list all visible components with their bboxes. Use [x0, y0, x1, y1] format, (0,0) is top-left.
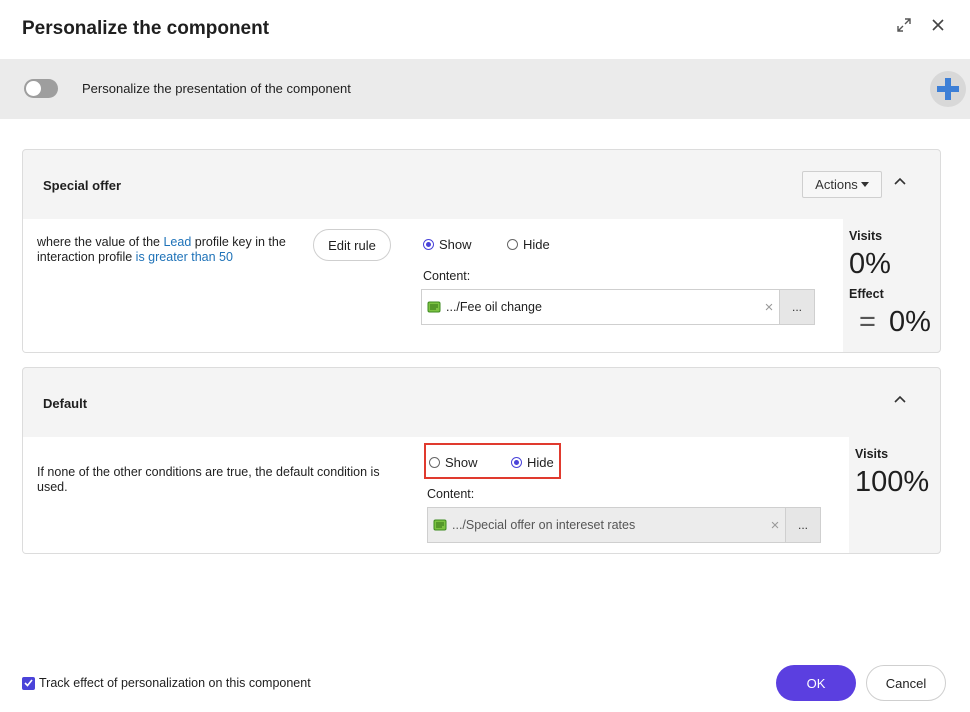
clear-icon[interactable]: × [765, 517, 785, 534]
condition-link[interactable]: is greater than 50 [136, 250, 233, 264]
effect-equal-icon: = [859, 306, 876, 338]
chevron-up-icon[interactable] [892, 391, 908, 407]
content-value: .../Fee oil change [446, 300, 542, 314]
show-radio[interactable]: Show [423, 237, 472, 252]
effect-value: 0% [889, 306, 931, 338]
personalize-toolbar: Personalize the presentation of the comp… [0, 59, 970, 119]
content-label: Content: [423, 269, 471, 283]
visits-value: 100% [855, 466, 930, 498]
ok-button[interactable]: OK [776, 665, 856, 701]
dialog-title: Personalize the component [22, 18, 270, 39]
add-condition-button[interactable] [930, 71, 966, 107]
chevron-up-icon[interactable] [892, 173, 908, 189]
default-rule-text: If none of the other conditions are true… [37, 465, 380, 494]
actions-label: Actions [815, 177, 858, 192]
visits-label: Visits [849, 229, 883, 243]
clear-icon[interactable]: × [759, 299, 779, 316]
rule-text: where the value of the Lead profile key … [37, 235, 286, 264]
rule-column: where the value of the Lead profile key … [23, 219, 401, 352]
hide-radio[interactable]: Hide [507, 237, 550, 252]
browse-button[interactable]: ... [785, 508, 820, 542]
rule-column: If none of the other conditions are true… [23, 437, 407, 553]
content-label: Content: [427, 487, 475, 501]
variant-card-special-offer: Special offer Actions where the value of… [22, 149, 941, 353]
content-column: Show Hide Content: .../Fee oil change × … [401, 219, 843, 352]
variant-title: Default [43, 396, 88, 411]
browse-button[interactable]: ... [779, 290, 814, 324]
expand-icon[interactable] [893, 14, 915, 36]
show-hide-highlight [424, 443, 561, 479]
checkbox-checked-icon [22, 676, 35, 690]
personalize-toggle[interactable] [24, 79, 58, 98]
edit-rule-button[interactable]: Edit rule [313, 229, 391, 261]
variant-card-default: Default If none of the other conditions … [22, 367, 941, 554]
content-value: .../Special offer on intereset rates [452, 518, 636, 532]
plus-icon [937, 78, 959, 100]
cancel-button[interactable]: Cancel [866, 665, 946, 701]
caret-down-icon [860, 182, 869, 187]
actions-dropdown[interactable]: Actions [802, 171, 882, 198]
track-effect-checkbox[interactable]: Track effect of personalization on this … [22, 676, 311, 690]
content-item-icon [432, 518, 448, 532]
content-item-icon [426, 300, 442, 314]
lead-link[interactable]: Lead [163, 235, 191, 249]
content-field[interactable]: .../Fee oil change × ... [421, 289, 815, 325]
radio-unchecked-icon [507, 239, 518, 250]
radio-checked-icon [423, 239, 434, 250]
visits-label: Visits [855, 447, 889, 461]
close-icon[interactable] [927, 14, 949, 36]
visits-value: 0% [849, 248, 891, 280]
effect-label: Effect [849, 287, 884, 301]
track-effect-label: Track effect of personalization on this … [39, 676, 311, 690]
variant-title: Special offer [43, 178, 122, 193]
personalize-toggle-label: Personalize the presentation of the comp… [82, 81, 351, 96]
content-field[interactable]: .../Special offer on intereset rates × .… [427, 507, 821, 543]
